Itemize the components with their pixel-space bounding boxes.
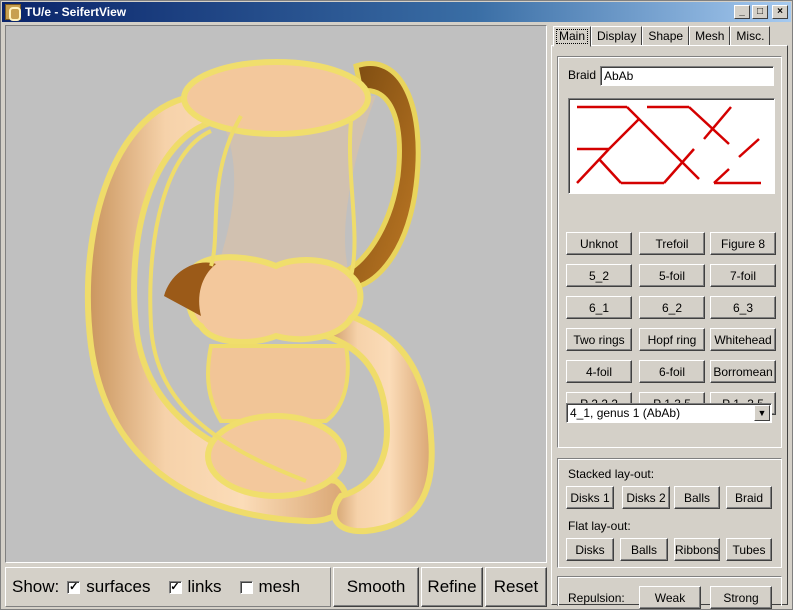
repulsion-label: Repulsion: — [568, 591, 625, 605]
links-checkbox[interactable]: ✓ links — [168, 577, 222, 597]
borromean-button[interactable]: Borromean — [710, 360, 776, 383]
surfaces-checkbox-box[interactable]: ✓ — [67, 580, 81, 594]
knot-5-2-button[interactable]: 5_2 — [566, 264, 632, 287]
bottom-disk — [205, 413, 347, 499]
knot-select-value: 4_1, genus 1 (AbAb) — [570, 406, 681, 420]
trefoil-button[interactable]: Trefoil — [639, 232, 705, 255]
knot-6-3-button[interactable]: 6_3 — [710, 296, 776, 319]
hopf-ring-button[interactable]: Hopf ring — [639, 328, 705, 351]
middle-disk — [185, 254, 364, 345]
chevron-down-icon[interactable]: ▼ — [754, 405, 770, 421]
surfaces-checkbox[interactable]: ✓ surfaces — [67, 577, 151, 597]
maximize-button[interactable]: □ — [752, 5, 768, 19]
knot-6-2-button[interactable]: 6_2 — [639, 296, 705, 319]
smooth-button[interactable]: Smooth — [333, 567, 419, 607]
bottom-toolbar: Show: ✓ surfaces ✓ links mesh Smooth Ref… — [5, 567, 547, 607]
tab-display[interactable]: Display — [591, 26, 643, 46]
strong-button[interactable]: Strong — [710, 586, 772, 609]
show-options: Show: ✓ surfaces ✓ links mesh — [5, 567, 331, 607]
6-foil-button[interactable]: 6-foil — [639, 360, 705, 383]
close-button[interactable]: × — [772, 5, 788, 19]
two-rings-button[interactable]: Two rings — [566, 328, 632, 351]
ribbons-button[interactable]: Ribbons — [674, 538, 720, 561]
reset-button[interactable]: Reset — [485, 567, 547, 607]
braid-diagram — [576, 105, 761, 185]
3d-viewport[interactable] — [5, 25, 547, 563]
refine-button[interactable]: Refine — [421, 567, 483, 607]
knot-6-1-button[interactable]: 6_1 — [566, 296, 632, 319]
weak-button[interactable]: Weak — [639, 586, 701, 609]
braid-preview — [568, 98, 775, 194]
knot-select[interactable]: 4_1, genus 1 (AbAb) ▼ — [566, 403, 772, 423]
tab-misc[interactable]: Misc. — [730, 26, 771, 46]
unknot-button[interactable]: Unknot — [566, 232, 632, 255]
links-checkbox-box[interactable]: ✓ — [168, 580, 182, 594]
figure-8-button[interactable]: Figure 8 — [710, 232, 776, 255]
surfaces-checkbox-label: surfaces — [86, 577, 151, 596]
disks-1-button[interactable]: Disks 1 — [566, 486, 614, 509]
title-bar[interactable]: TU/e - SeifertView _ □ × — [2, 2, 791, 22]
disks-2-button[interactable]: Disks 2 — [622, 486, 670, 509]
stacked-layout-label: Stacked lay-out: — [568, 467, 655, 481]
app-window: TU/e - SeifertView _ □ × Show: ✓ surface… — [0, 0, 793, 610]
stacked-balls-button[interactable]: Balls — [674, 486, 720, 509]
main-tab-body: Braid AbAb Unknot Trefoil Figure 8 5_2 5… — [551, 45, 788, 609]
app-icon — [5, 4, 21, 21]
flat-layout-label: Flat lay-out: — [568, 519, 631, 533]
tab-bar: Main Display Shape Mesh Misc. — [553, 26, 771, 47]
lower-band — [206, 344, 350, 423]
tab-shape[interactable]: Shape — [642, 26, 690, 46]
tab-mesh[interactable]: Mesh — [689, 26, 731, 46]
4-foil-button[interactable]: 4-foil — [566, 360, 632, 383]
mesh-checkbox[interactable]: mesh — [239, 577, 301, 597]
7-foil-button[interactable]: 7-foil — [710, 264, 776, 287]
top-disk — [181, 59, 371, 137]
flat-balls-button[interactable]: Balls — [620, 538, 668, 561]
stacked-braid-button[interactable]: Braid — [726, 486, 772, 509]
whitehead-button[interactable]: Whitehead — [710, 328, 776, 351]
window-title: TU/e - SeifertView — [25, 5, 127, 19]
seifert-surface-render — [84, 59, 435, 535]
control-panel: Main Display Shape Mesh Misc. Braid AbAb — [549, 25, 790, 609]
links-checkbox-label: links — [187, 577, 222, 596]
flat-disks-button[interactable]: Disks — [566, 538, 614, 561]
tab-main[interactable]: Main — [553, 26, 592, 47]
minimize-button[interactable]: _ — [734, 5, 750, 19]
show-label: Show: — [12, 577, 60, 596]
braid-label: Braid — [568, 68, 597, 82]
mesh-checkbox-label: mesh — [258, 577, 301, 596]
braid-input[interactable]: AbAb — [600, 66, 774, 86]
5-foil-button[interactable]: 5-foil — [639, 264, 705, 287]
tubes-button[interactable]: Tubes — [726, 538, 772, 561]
mesh-checkbox-box[interactable] — [239, 580, 253, 594]
